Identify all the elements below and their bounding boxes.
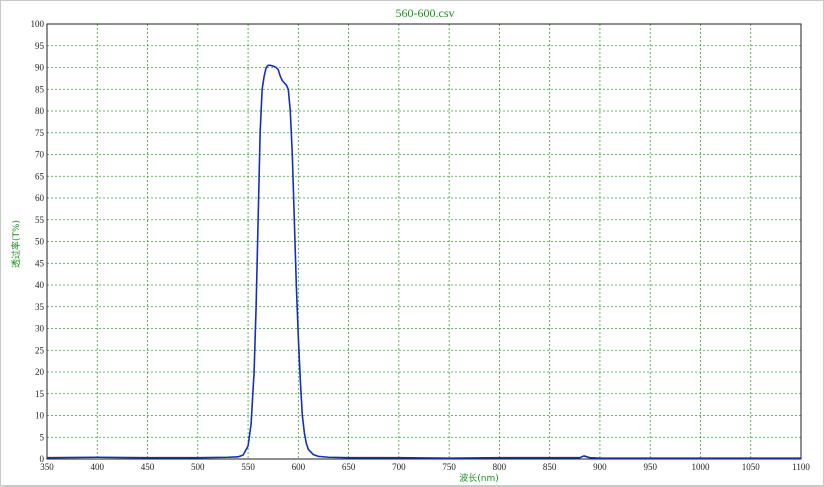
x-tick-label: 700 xyxy=(392,462,406,472)
y-tick-label: 5 xyxy=(40,432,45,442)
x-tick-label: 1050 xyxy=(742,462,761,472)
x-tick-label: 500 xyxy=(191,462,205,472)
chart-title: 560-600.csv xyxy=(396,6,455,20)
x-tick-label: 900 xyxy=(593,462,607,472)
y-tick-label: 50 xyxy=(35,237,45,247)
series-line xyxy=(46,64,801,459)
y-tick-label: 15 xyxy=(35,389,45,399)
y-tick-label: 10 xyxy=(35,411,45,421)
y-tick-label: 60 xyxy=(35,193,45,203)
x-tick-label: 450 xyxy=(141,462,155,472)
y-tick-label: 90 xyxy=(35,63,45,73)
x-axis-label: 波长(nm) xyxy=(459,472,499,484)
chart-frame: 0 5 10 15 20 25 30 35 40 45 50 55 60 65 70 75 80 85 90 95 10… xyxy=(0,0,824,486)
y-tick-label: 75 xyxy=(35,128,45,138)
y-tick-label: 95 xyxy=(35,41,45,51)
x-tick-label: 400 xyxy=(91,462,105,472)
x-tick-label: 600 xyxy=(292,462,306,472)
x-tick-label: 1100 xyxy=(792,462,810,472)
grid-lines xyxy=(46,23,802,460)
y-tick-label: 55 xyxy=(35,215,45,225)
y-tick-label: 35 xyxy=(35,302,45,312)
y-tick-label: 70 xyxy=(35,150,45,160)
y-tick-label: 85 xyxy=(35,84,45,94)
y-tick-label: 45 xyxy=(35,258,45,268)
y-axis-label: 透过率(T%) xyxy=(10,220,22,268)
x-tick-label: 350 xyxy=(40,462,54,472)
y-tick-label: 40 xyxy=(35,280,45,290)
y-tick-label: 30 xyxy=(35,324,45,334)
y-axis-ticks: 0510152025303540455055606570758085909510… xyxy=(31,19,45,464)
y-tick-label: 25 xyxy=(35,345,45,355)
x-tick-label: 800 xyxy=(493,462,507,472)
y-tick-label: 100 xyxy=(31,19,45,29)
x-tick-label: 850 xyxy=(543,462,557,472)
x-tick-label: 750 xyxy=(442,462,456,472)
x-axis-ticks: 350 400 450 500 550 600 650 700 750 800 850 900 950 1… xyxy=(40,462,810,472)
x-tick-label: 1000 xyxy=(691,462,710,472)
y-tick-label: 20 xyxy=(35,367,45,377)
y-tick-label: 65 xyxy=(35,171,45,181)
x-tick-label: 550 xyxy=(241,462,255,472)
x-tick-label: 950 xyxy=(643,462,657,472)
x-tick-label: 650 xyxy=(342,462,356,472)
y-tick-label: 80 xyxy=(35,106,45,116)
transmittance-chart: 0510152025303540455055606570758085909510… xyxy=(10,6,810,484)
